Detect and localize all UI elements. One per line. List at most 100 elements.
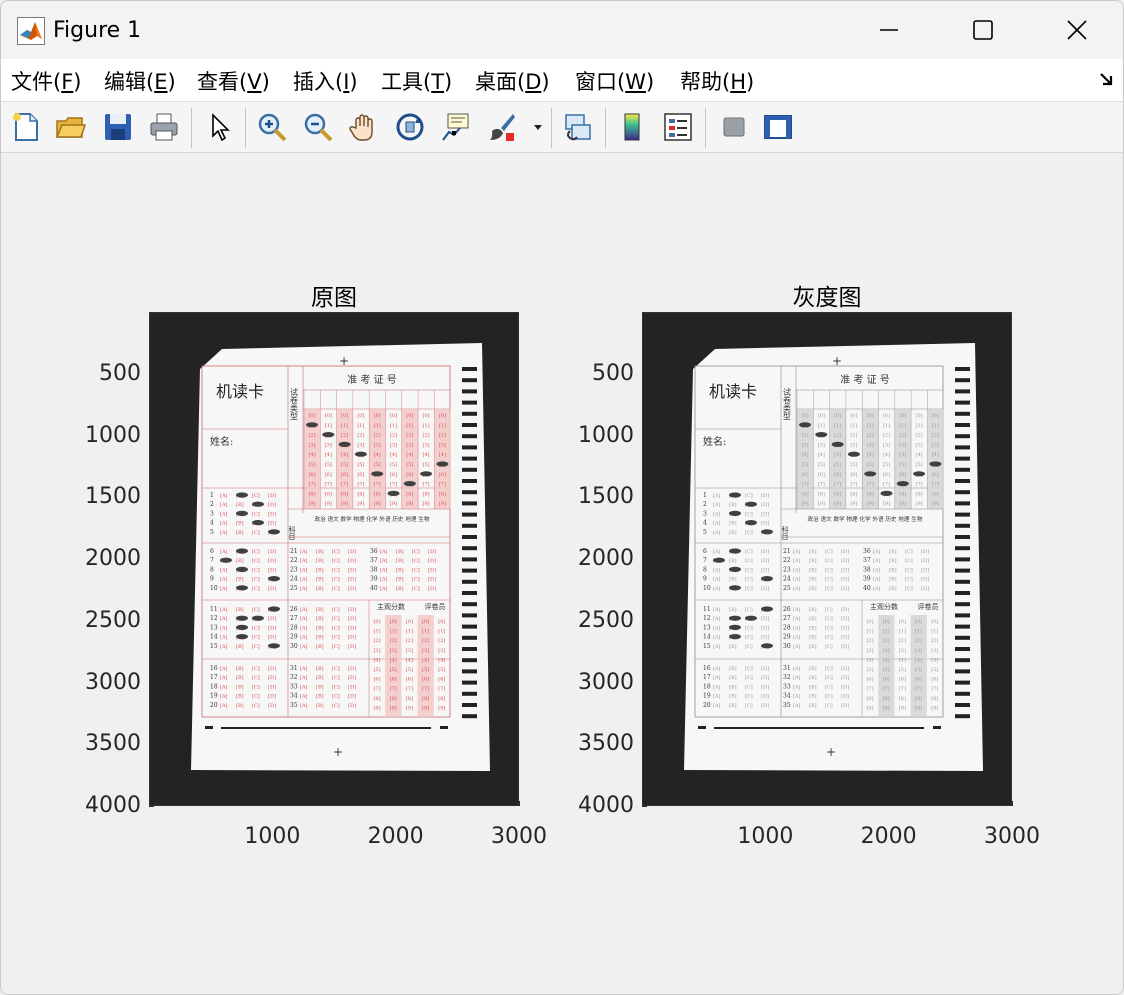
svg-text:[2]: [2] [899, 638, 906, 644]
svg-text:[A]: [A] [380, 549, 388, 555]
svg-text:[9]: [9] [915, 705, 922, 711]
svg-text:[A]: [A] [713, 521, 721, 527]
svg-text:[B]: [B] [809, 625, 817, 631]
menu-item-0[interactable]: 文件(F) [11, 66, 82, 96]
svg-text:[B]: [B] [316, 625, 324, 631]
svg-text:33: 33 [290, 683, 298, 690]
svg-text:[B]: [B] [236, 607, 244, 613]
menu-accelerator: H [730, 70, 746, 94]
grayscale-image-axes[interactable]: + + 机读卡姓名: 试卷类型 准 考 证 号 [0] [1] [2] [3] [4] [5] [6]… [642, 312, 1012, 806]
svg-text:[5]: [5] [423, 462, 430, 468]
svg-text:[A]: [A] [300, 558, 308, 564]
svg-text:[B]: [B] [729, 502, 737, 508]
svg-text:[C]: [C] [825, 549, 833, 555]
svg-text:[B]: [B] [236, 502, 244, 508]
maximize-button[interactable] [937, 1, 1029, 59]
svg-text:[A]: [A] [713, 567, 721, 573]
svg-text:29: 29 [783, 634, 791, 641]
svg-text:[B]: [B] [316, 666, 324, 672]
svg-text:[1]: [1] [834, 423, 841, 429]
brush-icon[interactable] [485, 110, 519, 144]
svg-text:[1]: [1] [866, 629, 873, 635]
svg-text:[D]: [D] [761, 493, 769, 499]
svg-text:[6]: [6] [801, 472, 808, 478]
zoom-out-icon[interactable] [301, 110, 335, 144]
svg-text:[6]: [6] [325, 472, 332, 478]
svg-text:[8]: [8] [899, 491, 906, 497]
svg-text:[B]: [B] [809, 549, 817, 555]
menu-item-6[interactable]: 窗口(W) [575, 66, 654, 96]
svg-text:26: 26 [783, 606, 791, 613]
menu-item-1[interactable]: 编辑(E) [104, 66, 176, 96]
link-plot-icon[interactable] [561, 110, 595, 144]
title-bar[interactable]: Figure 1 [1, 1, 1123, 59]
show-plot-tools-icon[interactable] [761, 110, 795, 144]
svg-text:[C]: [C] [905, 577, 913, 583]
svg-text:[C]: [C] [332, 666, 340, 672]
svg-text:[C]: [C] [332, 577, 340, 583]
svg-text:[D]: [D] [921, 586, 929, 592]
pan-hand-icon[interactable] [347, 110, 381, 144]
close-button[interactable] [1031, 1, 1123, 59]
save-icon[interactable] [101, 110, 135, 144]
zoom-in-icon[interactable] [255, 110, 289, 144]
svg-text:[9]: [9] [866, 705, 873, 711]
svg-text:[B]: [B] [729, 607, 737, 613]
data-cursor-icon[interactable] [439, 110, 473, 144]
svg-text:34: 34 [783, 693, 791, 700]
sheet-crosshair: + [333, 745, 343, 759]
svg-text:[B]: [B] [809, 586, 817, 592]
svg-text:[D]: [D] [348, 644, 356, 650]
y-tick-label: 3500 [578, 731, 634, 757]
svg-text:[D]: [D] [268, 694, 276, 700]
svg-text:[7]: [7] [867, 482, 874, 488]
svg-text:[0]: [0] [883, 413, 890, 419]
minimize-button[interactable] [843, 1, 935, 59]
svg-text:20: 20 [703, 702, 711, 709]
svg-text:[1]: [1] [439, 423, 446, 429]
svg-text:[C]: [C] [825, 694, 833, 700]
menu-accelerator: F [61, 70, 74, 94]
brush-dropdown-icon[interactable] [531, 110, 545, 144]
menu-label-tail: ) [73, 70, 82, 94]
print-icon[interactable] [147, 110, 181, 144]
svg-text:[0]: [0] [899, 413, 906, 419]
svg-text:14: 14 [210, 634, 218, 641]
svg-text:[5]: [5] [390, 667, 397, 673]
svg-text:[C]: [C] [745, 493, 753, 499]
svg-text:[3]: [3] [866, 648, 873, 654]
svg-text:[2]: [2] [341, 433, 348, 439]
svg-text:[9]: [9] [422, 705, 429, 711]
dock-arrow-icon[interactable] [1099, 71, 1115, 91]
svg-text:[D]: [D] [921, 549, 929, 555]
rotate-3d-icon[interactable] [393, 110, 427, 144]
svg-text:[C]: [C] [745, 666, 753, 672]
menu-item-2[interactable]: 查看(V) [197, 66, 270, 96]
legend-icon[interactable] [661, 110, 695, 144]
svg-text:[5]: [5] [325, 462, 332, 468]
menu-item-5[interactable]: 桌面(D) [475, 66, 550, 96]
colorbar-icon[interactable] [615, 110, 649, 144]
menu-item-4[interactable]: 工具(T) [381, 66, 452, 96]
svg-text:[8]: [8] [439, 491, 446, 497]
edit-plot-arrow-icon[interactable] [203, 110, 237, 144]
svg-text:[7]: [7] [899, 686, 906, 692]
new-figure-icon[interactable] [9, 110, 43, 144]
menu-item-7[interactable]: 帮助(H) [680, 66, 754, 96]
svg-text:[6]: [6] [915, 677, 922, 683]
svg-text:[9]: [9] [439, 501, 446, 507]
svg-text:[D]: [D] [841, 684, 849, 690]
hide-plot-tools-icon[interactable] [717, 110, 751, 144]
original-image-axes[interactable]: + + 机读卡姓名: 试卷类型 准 考 证 号 [0] [1] [2] [3] [4] [5] [6]… [149, 312, 519, 806]
svg-text:[9]: [9] [406, 705, 413, 711]
svg-text:[4]: [4] [423, 452, 430, 458]
svg-text:[7]: [7] [801, 482, 808, 488]
svg-text:[A]: [A] [220, 586, 228, 592]
svg-text:[3]: [3] [357, 442, 364, 448]
open-file-icon[interactable] [53, 110, 87, 144]
svg-text:[D]: [D] [921, 577, 929, 583]
menu-item-3[interactable]: 插入(I) [293, 66, 358, 96]
svg-text:[C]: [C] [332, 586, 340, 592]
svg-text:[3]: [3] [915, 648, 922, 654]
svg-text:[5]: [5] [834, 462, 841, 468]
